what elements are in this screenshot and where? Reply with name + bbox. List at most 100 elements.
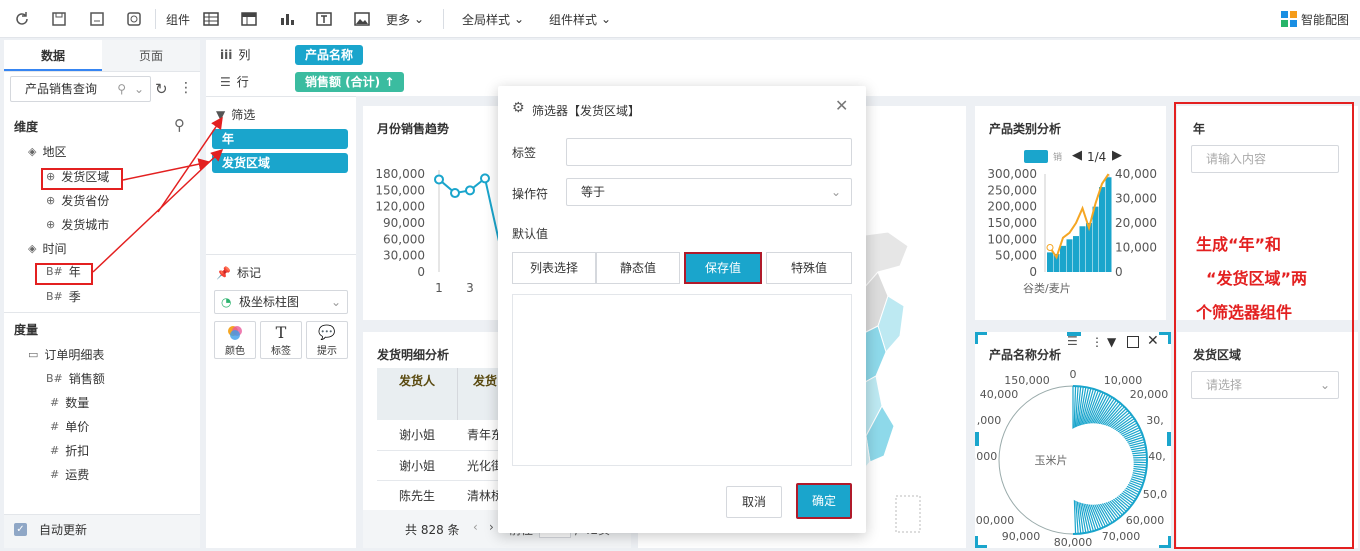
- polar-tick-label: 10,000: [1104, 374, 1143, 387]
- tree-group-order-detail[interactable]: ▭ 订单明细表: [28, 346, 104, 363]
- bar-chart-icon[interactable]: [278, 9, 296, 29]
- text-t-icon: T: [275, 323, 287, 342]
- more-options-icon[interactable]: ⋮: [179, 80, 193, 96]
- hash-icon: B#: [46, 372, 63, 385]
- field-sales[interactable]: B# 销售额: [46, 370, 105, 387]
- tab-data[interactable]: 数据: [4, 40, 102, 71]
- polar-tick-label: 90,000: [1002, 530, 1041, 543]
- y-tick-label-left: 150,000: [987, 216, 1037, 230]
- refresh-icon[interactable]: ↻: [155, 80, 168, 98]
- globe-icon: ⊕: [46, 218, 56, 231]
- tab-saved-value[interactable]: 保存值: [684, 252, 762, 284]
- polar-tick-label: 00,000: [976, 514, 1015, 527]
- field-quantity[interactable]: # 数量: [50, 394, 89, 411]
- chevron-down-icon: ⌄: [514, 12, 525, 26]
- preview-icon[interactable]: [125, 9, 143, 29]
- chevron-down-icon: ⌄: [414, 12, 425, 26]
- close-icon[interactable]: ✕: [835, 96, 848, 115]
- y-tick-label: 60,000: [383, 232, 425, 246]
- dimension-header: 维度: [14, 120, 39, 134]
- prev-legend-icon[interactable]: ◀: [1072, 148, 1082, 163]
- field-freight[interactable]: # 运费: [50, 466, 89, 483]
- label-mark-button[interactable]: T 标签: [260, 321, 302, 359]
- global-style-menu[interactable]: 全局样式 ⌄: [462, 9, 524, 29]
- save-as-icon[interactable]: [88, 9, 106, 29]
- save-icon[interactable]: [50, 9, 68, 29]
- row-chip-sales[interactable]: 销售额 (合计) ↑: [295, 72, 405, 92]
- table-icon[interactable]: [202, 9, 220, 29]
- card-product-name-analysis[interactable]: ☰ 产品名称分析 ⋮ ▼ ✕ 玉米片 0 10,000 20,000 30, 40, 50,…: [975, 332, 1171, 548]
- search-icon: ⚲: [117, 82, 126, 96]
- filter-chip-region[interactable]: 发货区域: [212, 153, 348, 173]
- field-discount[interactable]: # 折扣: [50, 442, 89, 459]
- color-icon: [228, 326, 242, 340]
- filter-chip-year[interactable]: 年: [212, 129, 348, 149]
- tab-page[interactable]: 页面: [102, 40, 200, 71]
- crosstab-icon[interactable]: [240, 9, 258, 29]
- polar-tick-label: ,000: [975, 450, 997, 463]
- column-header[interactable]: 发货: [473, 372, 497, 389]
- refresh-icon[interactable]: [13, 9, 31, 29]
- search-icon[interactable]: ⚲: [174, 116, 185, 134]
- card-category-analysis[interactable]: 产品类别分析 300,000 250,000 200,000 150,000 100,0…: [975, 106, 1166, 320]
- field-unit-price[interactable]: # 单价: [50, 418, 89, 435]
- more-menu[interactable]: 更多 ⌄: [386, 9, 424, 29]
- tree-group-time[interactable]: ◈ 时间: [28, 240, 66, 257]
- polar-chart: 玉米片 0 10,00020,000 30, 40, 50,0 60,000 70,000 80…: [975, 368, 1169, 548]
- tab-special-value[interactable]: 特殊值: [766, 252, 852, 284]
- y-tick-label-right: 20,000: [1115, 216, 1157, 230]
- y-tick-label: 90,000: [383, 216, 425, 230]
- image-icon[interactable]: [353, 9, 371, 29]
- bar: [1105, 177, 1112, 272]
- value-area[interactable]: [512, 294, 852, 466]
- columns-shelf-label: iii 列: [220, 47, 251, 63]
- bar: [1073, 236, 1079, 272]
- field-ship-city[interactable]: ⊕ 发货城市: [46, 216, 109, 233]
- color-mark-button[interactable]: 颜色: [214, 321, 256, 359]
- data-point: [450, 188, 460, 199]
- polar-tick-label: 70,000: [1102, 530, 1141, 543]
- tab-list-select[interactable]: 列表选择: [512, 252, 596, 284]
- next-legend-icon[interactable]: ▶: [1112, 148, 1122, 163]
- label-field-label: 标签: [512, 146, 537, 160]
- x-axis-label: 谷类/麦片: [1023, 281, 1071, 295]
- default-value-label: 默认值: [512, 227, 549, 241]
- legend-swatch[interactable]: [1024, 150, 1048, 163]
- polar-tick-label: 20,000: [1130, 388, 1169, 401]
- text-icon[interactable]: [315, 9, 333, 29]
- y-tick-label: 120,000: [375, 200, 425, 214]
- next-page-icon[interactable]: ›: [489, 520, 494, 534]
- tab-static-value[interactable]: 静态值: [596, 252, 680, 284]
- y-tick-label-left: 50,000: [995, 249, 1037, 263]
- confirm-button[interactable]: 确定: [796, 483, 852, 519]
- filter-label: ▼ 筛选: [216, 107, 256, 123]
- operator-label: 操作符: [512, 187, 549, 201]
- tree-group-region[interactable]: ◈ 地区: [28, 143, 66, 160]
- polar-tick-label: 80,000: [1054, 536, 1093, 548]
- label-input[interactable]: [566, 138, 852, 166]
- dataset-select[interactable]: 产品销售查询 ⚲ ⌄: [10, 76, 151, 102]
- legend-text: 销: [1053, 153, 1063, 163]
- tooltip-mark-button[interactable]: 💬 提示: [306, 321, 348, 359]
- operator-select[interactable]: 等于 ⌄: [566, 178, 852, 206]
- field-ship-province[interactable]: ⊕ 发货省份: [46, 192, 109, 209]
- field-quarter[interactable]: B# 季: [46, 288, 81, 305]
- y-tick-label-right: 0: [1115, 265, 1123, 279]
- polar-tick-label: 150,000: [1004, 374, 1050, 387]
- prev-page-icon[interactable]: ‹: [473, 520, 478, 534]
- component-style-menu[interactable]: 组件样式 ⌄: [549, 9, 611, 29]
- polar-tick-label: 40,000: [980, 388, 1019, 401]
- chart-type-select[interactable]: ◔ 极坐标柱图 ⌄: [214, 290, 348, 314]
- toolbar: 组件 更多 ⌄ 全局样式 ⌄ 组件样式 ⌄ 智能配图: [0, 0, 1360, 38]
- layers-icon: ◈: [28, 242, 37, 255]
- checkbox-checked-icon: ✓: [14, 523, 27, 536]
- cancel-button[interactable]: 取消: [726, 486, 782, 518]
- smart-chart-button[interactable]: 智能配图: [1281, 9, 1349, 29]
- data-point: [434, 174, 444, 185]
- legend-pager: 1/4: [1087, 150, 1107, 164]
- column-header[interactable]: 发货人: [399, 372, 435, 389]
- auto-update-checkbox[interactable]: ✓ 自动更新: [14, 521, 87, 538]
- columns-icon: iii: [220, 47, 233, 62]
- filter-icon: ▼: [216, 107, 226, 122]
- column-chip-product-name[interactable]: 产品名称: [295, 45, 364, 65]
